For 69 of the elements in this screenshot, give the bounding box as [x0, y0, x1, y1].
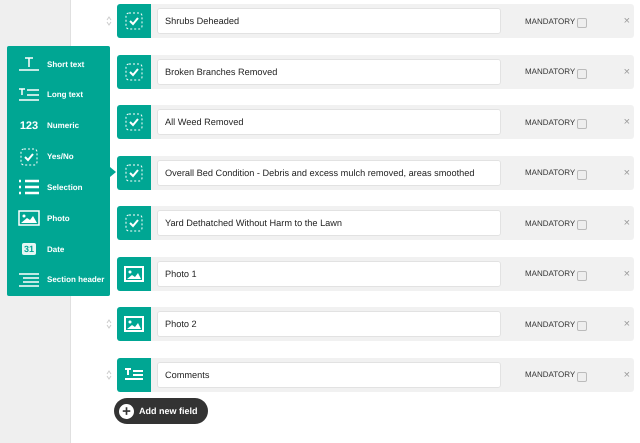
- checkbox-icon: [125, 113, 143, 131]
- mandatory-label: MANDATORY: [525, 16, 576, 26]
- field-type-tile[interactable]: [117, 256, 151, 290]
- drag-handle-icon[interactable]: [106, 319, 112, 329]
- checkbox-icon: [125, 12, 143, 30]
- remove-button[interactable]: ×: [624, 368, 630, 380]
- checkbox-icon: [125, 62, 143, 80]
- remove-button[interactable]: ×: [624, 66, 630, 78]
- remove-button[interactable]: ×: [624, 15, 630, 27]
- mandatory-checkbox[interactable]: [577, 18, 588, 28]
- field-type-tile[interactable]: [117, 105, 151, 139]
- mandatory-checkbox[interactable]: [577, 119, 588, 129]
- text-icon: [18, 57, 40, 71]
- mandatory-label: MANDATORY: [525, 67, 576, 76]
- lines-icon: [18, 272, 40, 287]
- mandatory-label: MANDATORY: [525, 320, 576, 328]
- field-label-input[interactable]: Photo 1: [157, 260, 501, 286]
- drag-handle-icon[interactable]: [106, 16, 112, 26]
- menu-item[interactable]: 31 Date: [17, 237, 110, 262]
- remove-button[interactable]: ×: [624, 217, 630, 229]
- remove-button[interactable]: ×: [624, 318, 630, 330]
- field-label-input[interactable]: Yard Dethatched Without Harm to the Lawn: [157, 210, 501, 236]
- field-label-input[interactable]: Overall Bed Condition - Debris and excess mulch removed, areas smoothed: [157, 160, 501, 186]
- mandatory-checkbox[interactable]: [577, 321, 588, 331]
- field-type-tile[interactable]: [117, 156, 151, 190]
- mandatory-label: MANDATORY: [525, 269, 576, 278]
- field-label-input[interactable]: Shrubs Deheaded: [157, 8, 501, 34]
- mandatory-checkbox[interactable]: [577, 270, 588, 280]
- text-lines-icon: [124, 368, 144, 382]
- field-type-tile[interactable]: [117, 54, 151, 88]
- mandatory-label: MANDATORY: [525, 370, 576, 379]
- mandatory-label: MANDATORY: [525, 168, 576, 177]
- text-lines-icon: [18, 88, 40, 102]
- menu-item[interactable]: 123 Numeric: [17, 114, 110, 138]
- menu-item[interactable]: Selection: [17, 175, 110, 200]
- checkbox-icon: [125, 164, 143, 182]
- image-icon: [18, 210, 40, 226]
- menu-item[interactable]: Section header: [17, 268, 110, 292]
- field-label-input[interactable]: Broken Branches Removed: [157, 58, 501, 84]
- mandatory-label: MANDATORY: [525, 118, 576, 126]
- image-icon: [124, 316, 144, 332]
- field-type-tile[interactable]: [117, 4, 151, 38]
- checkbox-icon: [20, 148, 38, 166]
- mandatory-checkbox[interactable]: [577, 372, 588, 382]
- field-type-tile[interactable]: [117, 307, 151, 341]
- menu-item[interactable]: Yes/No: [17, 144, 110, 169]
- menu-item[interactable]: Photo: [17, 206, 110, 230]
- remove-button[interactable]: ×: [624, 116, 630, 128]
- checkbox-icon: [125, 214, 143, 232]
- menu-item[interactable]: Short text: [17, 52, 110, 76]
- mandatory-checkbox[interactable]: [577, 68, 588, 78]
- mandatory-label: MANDATORY: [525, 218, 576, 228]
- field-type-tile[interactable]: [117, 358, 151, 392]
- mandatory-checkbox[interactable]: [577, 170, 588, 180]
- remove-button[interactable]: ×: [624, 268, 630, 280]
- numeric-glyph: 123: [20, 120, 38, 132]
- field-label-input[interactable]: All Weed Removed: [157, 109, 501, 135]
- remove-button[interactable]: ×: [624, 166, 630, 178]
- calendar-icon: 31: [22, 243, 36, 256]
- add-field-button[interactable]: + Add new field: [114, 398, 208, 424]
- list-icon: [18, 179, 40, 196]
- image-icon: [124, 266, 144, 282]
- field-label-input[interactable]: Photo 2: [157, 311, 501, 337]
- drag-handle-icon[interactable]: [106, 370, 112, 380]
- plus-icon: +: [119, 404, 134, 418]
- field-type-tile[interactable]: [117, 206, 151, 240]
- field-label-input[interactable]: Comments: [157, 362, 501, 388]
- menu-item[interactable]: Long text: [17, 82, 110, 107]
- mandatory-checkbox[interactable]: [577, 220, 588, 230]
